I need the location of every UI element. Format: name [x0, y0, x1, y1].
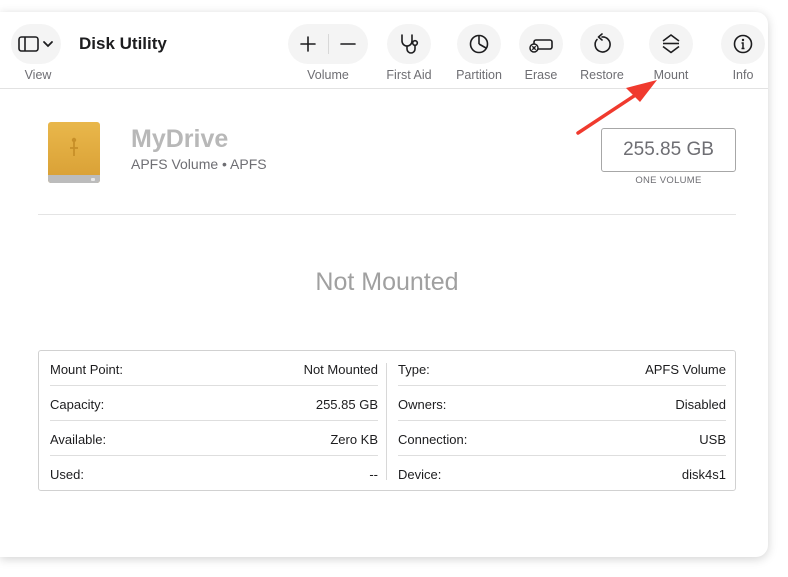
- first-aid-button[interactable]: [387, 24, 431, 64]
- details-right-column: Type: APFS Volume Owners: Disabled Conne…: [398, 351, 726, 491]
- app-title: Disk Utility: [79, 34, 167, 53]
- details-table: Mount Point: Not Mounted Capacity: 255.8…: [38, 350, 736, 491]
- mount-label: Mount: [653, 68, 689, 82]
- header-divider: [38, 214, 736, 215]
- drive-size-box: 255.85 GB: [601, 128, 736, 172]
- disk-utility-window: View Disk Utility Volume First Aid Parti…: [0, 12, 768, 557]
- mount-icon: [662, 34, 680, 54]
- external-drive-icon: [48, 122, 100, 183]
- partition-button[interactable]: [457, 24, 501, 64]
- detail-key: Capacity:: [50, 397, 105, 412]
- detail-key: Available:: [50, 432, 107, 447]
- details-left-column: Mount Point: Not Mounted Capacity: 255.8…: [50, 351, 378, 491]
- minus-icon: [340, 43, 356, 45]
- drive-size-caption: ONE VOLUME: [635, 175, 702, 186]
- detail-value: Not Mounted: [303, 362, 378, 377]
- info-label: Info: [732, 68, 754, 82]
- details-row: Type: APFS Volume: [398, 351, 726, 386]
- info-button[interactable]: [721, 24, 765, 64]
- volume-label: Volume: [307, 68, 349, 82]
- pie-chart-icon: [469, 34, 489, 54]
- detail-key: Connection:: [398, 432, 468, 447]
- volume-button-group: [288, 24, 368, 64]
- detail-value: 255.85 GB: [315, 397, 378, 412]
- details-row: Used: --: [50, 456, 378, 491]
- usb-symbol-icon: [70, 137, 78, 156]
- details-row: Capacity: 255.85 GB: [50, 386, 378, 421]
- first-aid-label: First Aid: [386, 68, 432, 82]
- partition-label: Partition: [456, 68, 502, 82]
- erase-button[interactable]: [519, 24, 563, 64]
- stethoscope-icon: [401, 34, 419, 54]
- drive-name: MyDrive: [131, 125, 229, 153]
- view-label: View: [24, 68, 52, 82]
- detail-value: --: [369, 467, 378, 482]
- mount-button[interactable]: [649, 24, 693, 64]
- sidebar-icon: [18, 36, 53, 52]
- detail-value: APFS Volume: [645, 362, 726, 377]
- drive-led: [91, 178, 95, 181]
- detail-key: Type:: [398, 362, 430, 377]
- details-row: Connection: USB: [398, 421, 726, 456]
- detail-value: disk4s1: [681, 467, 726, 482]
- details-row: Owners: Disabled: [398, 386, 726, 421]
- details-row: Available: Zero KB: [50, 421, 378, 456]
- restore-icon: [594, 33, 611, 53]
- erase-label: Erase: [524, 68, 558, 82]
- restore-label: Restore: [580, 68, 624, 82]
- column-separator: [386, 363, 387, 480]
- add-volume-button[interactable]: [288, 24, 328, 64]
- detail-value: USB: [699, 432, 726, 447]
- detail-key: Owners:: [398, 397, 447, 412]
- details-row: Device: disk4s1: [398, 456, 726, 491]
- detail-key: Mount Point:: [50, 362, 123, 377]
- mount-status-text: Not Mounted: [315, 268, 459, 296]
- detail-key: Device:: [398, 467, 442, 482]
- erase-drive-icon: [529, 39, 553, 53]
- detail-value: Zero KB: [330, 432, 378, 447]
- plus-icon: [300, 36, 316, 52]
- detail-value: Disabled: [675, 397, 726, 412]
- drive-subtitle: APFS Volume • APFS: [131, 156, 267, 172]
- restore-button[interactable]: [580, 24, 624, 64]
- remove-volume-button[interactable]: [328, 24, 368, 64]
- details-row: Mount Point: Not Mounted: [50, 351, 378, 386]
- info-icon: [733, 34, 753, 54]
- view-button[interactable]: [11, 24, 61, 64]
- detail-key: Used:: [50, 467, 84, 482]
- toolbar: View Disk Utility Volume First Aid Parti…: [0, 12, 768, 89]
